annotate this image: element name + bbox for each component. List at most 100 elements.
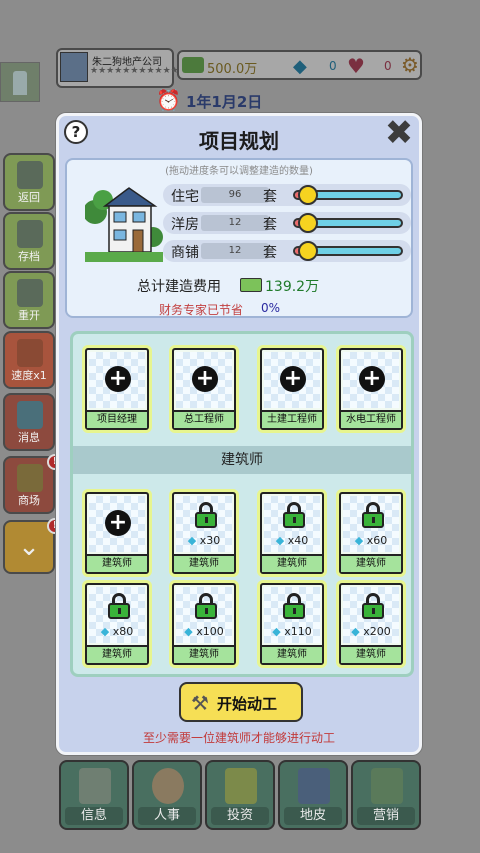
sidebar-collapse-button[interactable]: ⌄ ! [3, 518, 63, 574]
lock-icon [362, 593, 384, 619]
plus-icon[interactable]: + [192, 366, 218, 392]
sidebar-item-save[interactable]: 存档 [3, 212, 55, 270]
lock-icon [195, 593, 217, 619]
expert-card-civil-engineer[interactable]: + 土建工程师 [260, 348, 324, 430]
quantity-slider[interactable] [293, 241, 403, 261]
unlock-price: ◆ x200 [351, 625, 391, 638]
card-image: + [89, 496, 145, 552]
sidebar-item-shop[interactable]: 商场 ! [3, 454, 63, 514]
diamond-icon: ◆ [351, 625, 360, 638]
quantity-value: 12 [201, 243, 269, 259]
diamond-icon: ◆ [187, 534, 197, 547]
architect-card[interactable]: ◆ x80 建筑师 [85, 583, 149, 665]
heart-icon[interactable]: ♥ [347, 54, 365, 78]
heart-count: 0 [384, 59, 392, 73]
total-cost-label: 总计建造费用 [137, 279, 221, 295]
nav-land-button[interactable]: 地皮 [278, 760, 348, 830]
card-image: ◆ x80 [89, 587, 145, 643]
unlock-price: ◆ x30 [187, 534, 221, 547]
gear-icon[interactable]: ⚙ [401, 53, 419, 77]
nav-personnel-button[interactable]: 人事 [132, 760, 202, 830]
diamond-icon: ◆ [275, 534, 285, 547]
lock-icon [283, 593, 305, 619]
architect-card[interactable]: ◆ x30 建筑师 [172, 492, 236, 574]
architect-card[interactable]: ◆ x110 建筑师 [260, 583, 324, 665]
sidebar-item-speed[interactable]: 速度x1 [3, 331, 55, 389]
card-image: + [89, 352, 145, 408]
restart-icon [17, 279, 43, 307]
sidebar-item-label: 重开 [18, 309, 40, 322]
map-thumbnail[interactable] [0, 62, 40, 102]
diamond-icon: ◆ [354, 534, 364, 547]
unit-label: 套 [263, 217, 277, 233]
card-name: 建筑师 [174, 554, 234, 572]
expert-card-chief-engineer[interactable]: + 总工程师 [172, 348, 236, 430]
money-stack-icon [240, 278, 262, 292]
start-construction-button[interactable]: ⚒ 开始动工 [179, 682, 303, 722]
gem-count: 0 [329, 59, 337, 73]
lock-icon [108, 593, 130, 619]
plus-icon[interactable]: + [280, 366, 306, 392]
plus-icon[interactable]: + [359, 366, 385, 392]
plus-icon[interactable]: + [105, 366, 131, 392]
card-name: 项目经理 [87, 410, 147, 428]
house-illustration [85, 182, 163, 262]
sidebar-item-messages[interactable]: 消息 [3, 393, 55, 451]
slider-knob[interactable] [297, 185, 318, 205]
card-name: 建筑师 [87, 645, 147, 663]
card-image: + [176, 352, 232, 408]
stats-box: 500.0万 ◆ 0 ♥ 0 ⚙ [177, 50, 422, 80]
card-image: ◆ x60 [343, 496, 399, 552]
company-box[interactable]: 朱二狗地产公司 ★★★★★★★★★★★★ [56, 48, 187, 88]
architect-card[interactable]: ◆ x100 建筑师 [172, 583, 236, 665]
modal-title: 项目规划 [199, 129, 279, 153]
unlock-price: ◆ x100 [184, 625, 224, 638]
company-logo-icon [60, 52, 88, 82]
row-label: 洋房 [171, 217, 199, 233]
card-name: 建筑师 [341, 645, 401, 663]
nav-label: 信息 [65, 807, 123, 825]
nav-invest-button[interactable]: 投资 [205, 760, 275, 830]
architect-card[interactable]: ◆ x60 建筑师 [339, 492, 403, 574]
sidebar-item-back[interactable]: 返回 [3, 153, 55, 211]
card-name: 水电工程师 [341, 410, 401, 428]
expert-card-project-manager[interactable]: + 项目经理 [85, 348, 149, 430]
nav-label: 人事 [138, 807, 196, 825]
row-label: 住宅 [171, 189, 199, 205]
close-icon[interactable]: ✖ [383, 116, 415, 150]
nav-marketing-button[interactable]: 营销 [351, 760, 421, 830]
save-icon [17, 220, 43, 248]
quantity-slider[interactable] [293, 213, 403, 233]
unlock-price: ◆ x80 [100, 625, 134, 638]
card-name: 建筑师 [262, 554, 322, 572]
architect-card[interactable]: + 建筑师 [85, 492, 149, 574]
sidebar-item-label: 消息 [18, 431, 40, 444]
money-stack-icon [182, 57, 204, 73]
architect-card[interactable]: ◆ x200 建筑师 [339, 583, 403, 665]
architect-required-warning: 至少需要一位建筑师才能够进行动工 [142, 731, 335, 745]
quantity-slider[interactable] [293, 185, 403, 205]
expert-card-mep-engineer[interactable]: + 水电工程师 [339, 348, 403, 430]
quantity-value: 12 [201, 215, 269, 231]
finance-saving-label: 财务专家已节省 [159, 303, 244, 317]
nav-info-button[interactable]: 信息 [59, 760, 129, 830]
sidebar-item-label: 商场 [18, 494, 40, 507]
card-image: ◆ x30 [176, 496, 232, 552]
start-label: 开始动工 [217, 695, 278, 713]
card-image: + [264, 352, 320, 408]
unit-label: 套 [263, 189, 277, 205]
person-icon [152, 768, 184, 804]
diamond-icon[interactable]: ◆ [293, 56, 307, 77]
architect-card[interactable]: ◆ x40 建筑师 [260, 492, 324, 574]
plus-icon[interactable]: + [105, 510, 131, 536]
clipboard-icon [79, 768, 111, 804]
sidebar-item-restart[interactable]: 重开 [3, 271, 55, 329]
chevron-down-icon: ⌄ [18, 532, 40, 562]
nav-label: 营销 [357, 807, 415, 825]
row-shop: 商铺 12 套 [163, 240, 411, 262]
card-name: 建筑师 [262, 645, 322, 663]
unlock-price: ◆ x110 [272, 625, 312, 638]
slider-knob[interactable] [297, 241, 318, 261]
nav-label: 投资 [211, 807, 269, 825]
slider-knob[interactable] [297, 213, 318, 233]
